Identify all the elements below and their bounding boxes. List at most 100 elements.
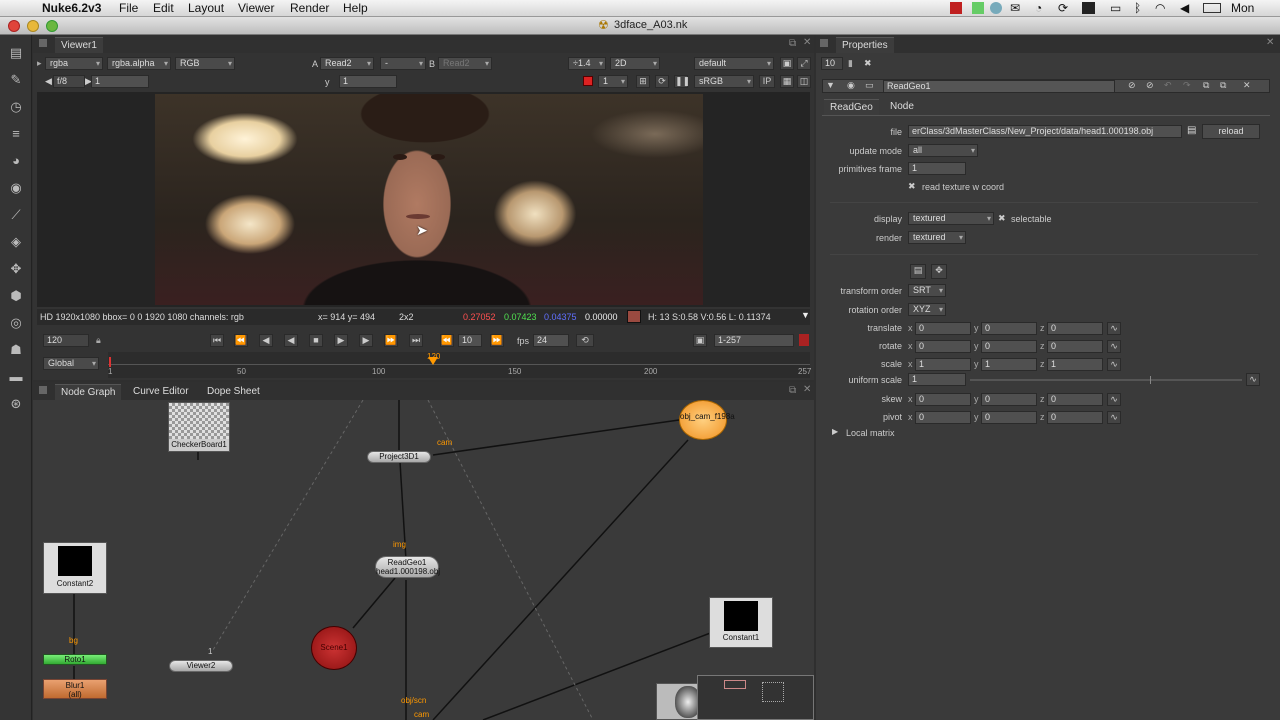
node-name-field[interactable]: ReadGeo1: [883, 80, 1115, 93]
menu-file[interactable]: File: [119, 1, 138, 15]
float-icon-2[interactable]: ⧉: [1220, 80, 1226, 91]
tab-node-graph[interactable]: Node Graph: [55, 384, 122, 400]
sync-icon[interactable]: ⟳: [1058, 1, 1068, 15]
skew-z-field[interactable]: 0: [1047, 393, 1103, 406]
rotate-curve-icon[interactable]: ∿: [1107, 340, 1121, 353]
last-frame-button[interactable]: ⏭: [409, 334, 423, 347]
pivot-curve-icon[interactable]: ∿: [1107, 411, 1121, 424]
update-mode-dropdown[interactable]: all: [908, 144, 978, 157]
timeline-range-dropdown[interactable]: Global: [43, 357, 99, 370]
frame-lock-icon[interactable]: 🔒︎: [96, 335, 101, 346]
viewer-channels-dropdown[interactable]: rgba: [45, 57, 103, 70]
checkerboard-node[interactable]: CheckerBoard1: [168, 402, 230, 452]
play-forward-button[interactable]: ▶: [334, 334, 348, 347]
node-help-icon[interactable]: ▭: [865, 80, 874, 91]
viewer-image[interactable]: [155, 94, 703, 305]
view-mode-dropdown[interactable]: 2D: [610, 57, 660, 70]
timeline-scrubber[interactable]: 1 50 100 150 200 257 120: [108, 352, 811, 378]
next-keyframe-button[interactable]: ⏩: [384, 334, 398, 347]
scale-curve-icon[interactable]: ∿: [1107, 358, 1121, 371]
wifi-icon[interactable]: ◠: [1155, 1, 1165, 15]
clear-panels-icon[interactable]: ✖: [864, 58, 872, 69]
playhead-marker[interactable]: [428, 357, 438, 365]
step-increment-field[interactable]: 10: [458, 334, 482, 347]
play-backward-button[interactable]: ◀: [284, 334, 298, 347]
infobar-menu-icon[interactable]: ▼: [801, 310, 810, 320]
roto-node[interactable]: Roto1: [43, 654, 107, 665]
viewer-lock-icon[interactable]: ▸: [37, 58, 42, 69]
lut-dropdown[interactable]: default: [694, 57, 774, 70]
viewer-display-dropdown[interactable]: RGB: [175, 57, 235, 70]
expand-arrow-icon[interactable]: ▶: [832, 427, 838, 436]
scale-y-field[interactable]: 1: [981, 358, 1037, 371]
primitives-frame-field[interactable]: 1: [908, 162, 966, 175]
minimap-viewport[interactable]: [724, 680, 746, 689]
fps-field[interactable]: 24: [533, 334, 569, 347]
close-window-button[interactable]: [8, 20, 20, 32]
read-texture-checkbox[interactable]: ✖: [908, 181, 916, 192]
minimize-window-button[interactable]: [27, 20, 39, 32]
in-point-marker[interactable]: [109, 357, 111, 367]
constant2-node[interactable]: Constant2: [43, 542, 107, 594]
y-field[interactable]: 1: [339, 75, 397, 88]
tab-curve-editor[interactable]: Curve Editor: [127, 384, 195, 400]
step-forward-button[interactable]: ⏩: [490, 334, 504, 347]
panel-menu-icon[interactable]: [39, 386, 47, 394]
readgeo-node[interactable]: ReadGeo1 head1.000198.obj: [375, 556, 440, 578]
menu-render[interactable]: Render: [290, 1, 329, 15]
status-icon[interactable]: ✉: [1010, 1, 1020, 15]
collapse-icon[interactable]: ▼: [826, 80, 835, 90]
step-back-button[interactable]: ⏪: [440, 334, 454, 347]
filter-nodes-icon[interactable]: ◉: [8, 180, 24, 196]
views-nodes-icon[interactable]: ◎: [8, 315, 24, 331]
close-panel-icon[interactable]: ✕: [1266, 37, 1274, 48]
uniform-scale-field[interactable]: 1: [908, 373, 966, 386]
zoom-window-button[interactable]: [46, 20, 58, 32]
status-green-icon[interactable]: [972, 2, 984, 14]
local-matrix-label[interactable]: Local matrix: [846, 428, 895, 438]
viewer-fit-icon[interactable]: ⤢: [797, 57, 811, 70]
a-input-dropdown[interactable]: Read2: [320, 57, 374, 70]
uniform-scale-slider[interactable]: [970, 376, 1242, 384]
viewer-frame-field[interactable]: 1: [91, 75, 149, 88]
roi-icon[interactable]: ⊞: [636, 75, 650, 88]
menu-edit[interactable]: Edit: [153, 1, 174, 15]
uniform-scale-curve-icon[interactable]: ∿: [1246, 373, 1260, 386]
other-nodes-icon[interactable]: ▬: [8, 369, 24, 385]
close-panel-icon[interactable]: ✕: [803, 384, 811, 395]
nodegraph-minimap[interactable]: [697, 675, 814, 720]
skew-x-field[interactable]: 0: [915, 393, 971, 406]
project3d-node[interactable]: Project3D1: [367, 451, 431, 463]
float-icon[interactable]: ⧉: [1203, 80, 1209, 91]
frame-range-lock-icon[interactable]: ▣: [693, 334, 707, 347]
float-panel-icon[interactable]: ⧉: [789, 38, 796, 49]
menu-layout[interactable]: Layout: [188, 1, 224, 15]
camera-node[interactable]: obj_cam_f198a: [679, 400, 735, 440]
fstop-prev-icon[interactable]: ◀: [45, 76, 52, 87]
bluetooth-icon[interactable]: ᛒ: [1134, 1, 1141, 15]
scale-x-field[interactable]: 1: [915, 358, 971, 371]
color-nodes-icon[interactable]: ◕: [8, 153, 24, 169]
time-nodes-icon[interactable]: ◷: [8, 99, 24, 115]
prev-frame-button[interactable]: ◀: [259, 334, 273, 347]
current-frame-field[interactable]: 120: [43, 334, 89, 347]
file-browse-icon[interactable]: ▤: [1187, 125, 1196, 136]
viewer-settings-icon[interactable]: ▣: [780, 57, 794, 70]
tab-viewer1[interactable]: Viewer1: [55, 37, 103, 53]
next-frame-button[interactable]: ▶: [359, 334, 373, 347]
lock-panel-icon[interactable]: ▮: [848, 58, 853, 69]
tab-properties[interactable]: Properties: [836, 37, 894, 53]
refresh-icon[interactable]: ⟳: [655, 75, 669, 88]
redo-icon[interactable]: ↷: [1183, 80, 1191, 91]
3d-nodes-icon[interactable]: ⬢: [8, 288, 24, 304]
fstop-field[interactable]: f/8: [53, 75, 85, 88]
panel-menu-icon[interactable]: [820, 39, 828, 47]
status-red-icon[interactable]: [950, 2, 962, 14]
pivot-x-field[interactable]: 0: [915, 411, 971, 424]
metadata-nodes-icon[interactable]: ☗: [8, 342, 24, 358]
channel-nodes-icon[interactable]: ≡: [8, 126, 24, 142]
translate-curve-icon[interactable]: ∿: [1107, 322, 1121, 335]
scale-z-field[interactable]: 1: [1047, 358, 1103, 371]
pin-icon[interactable]: ⊘: [1146, 80, 1154, 91]
proxy-dropdown[interactable]: 1: [598, 75, 628, 88]
